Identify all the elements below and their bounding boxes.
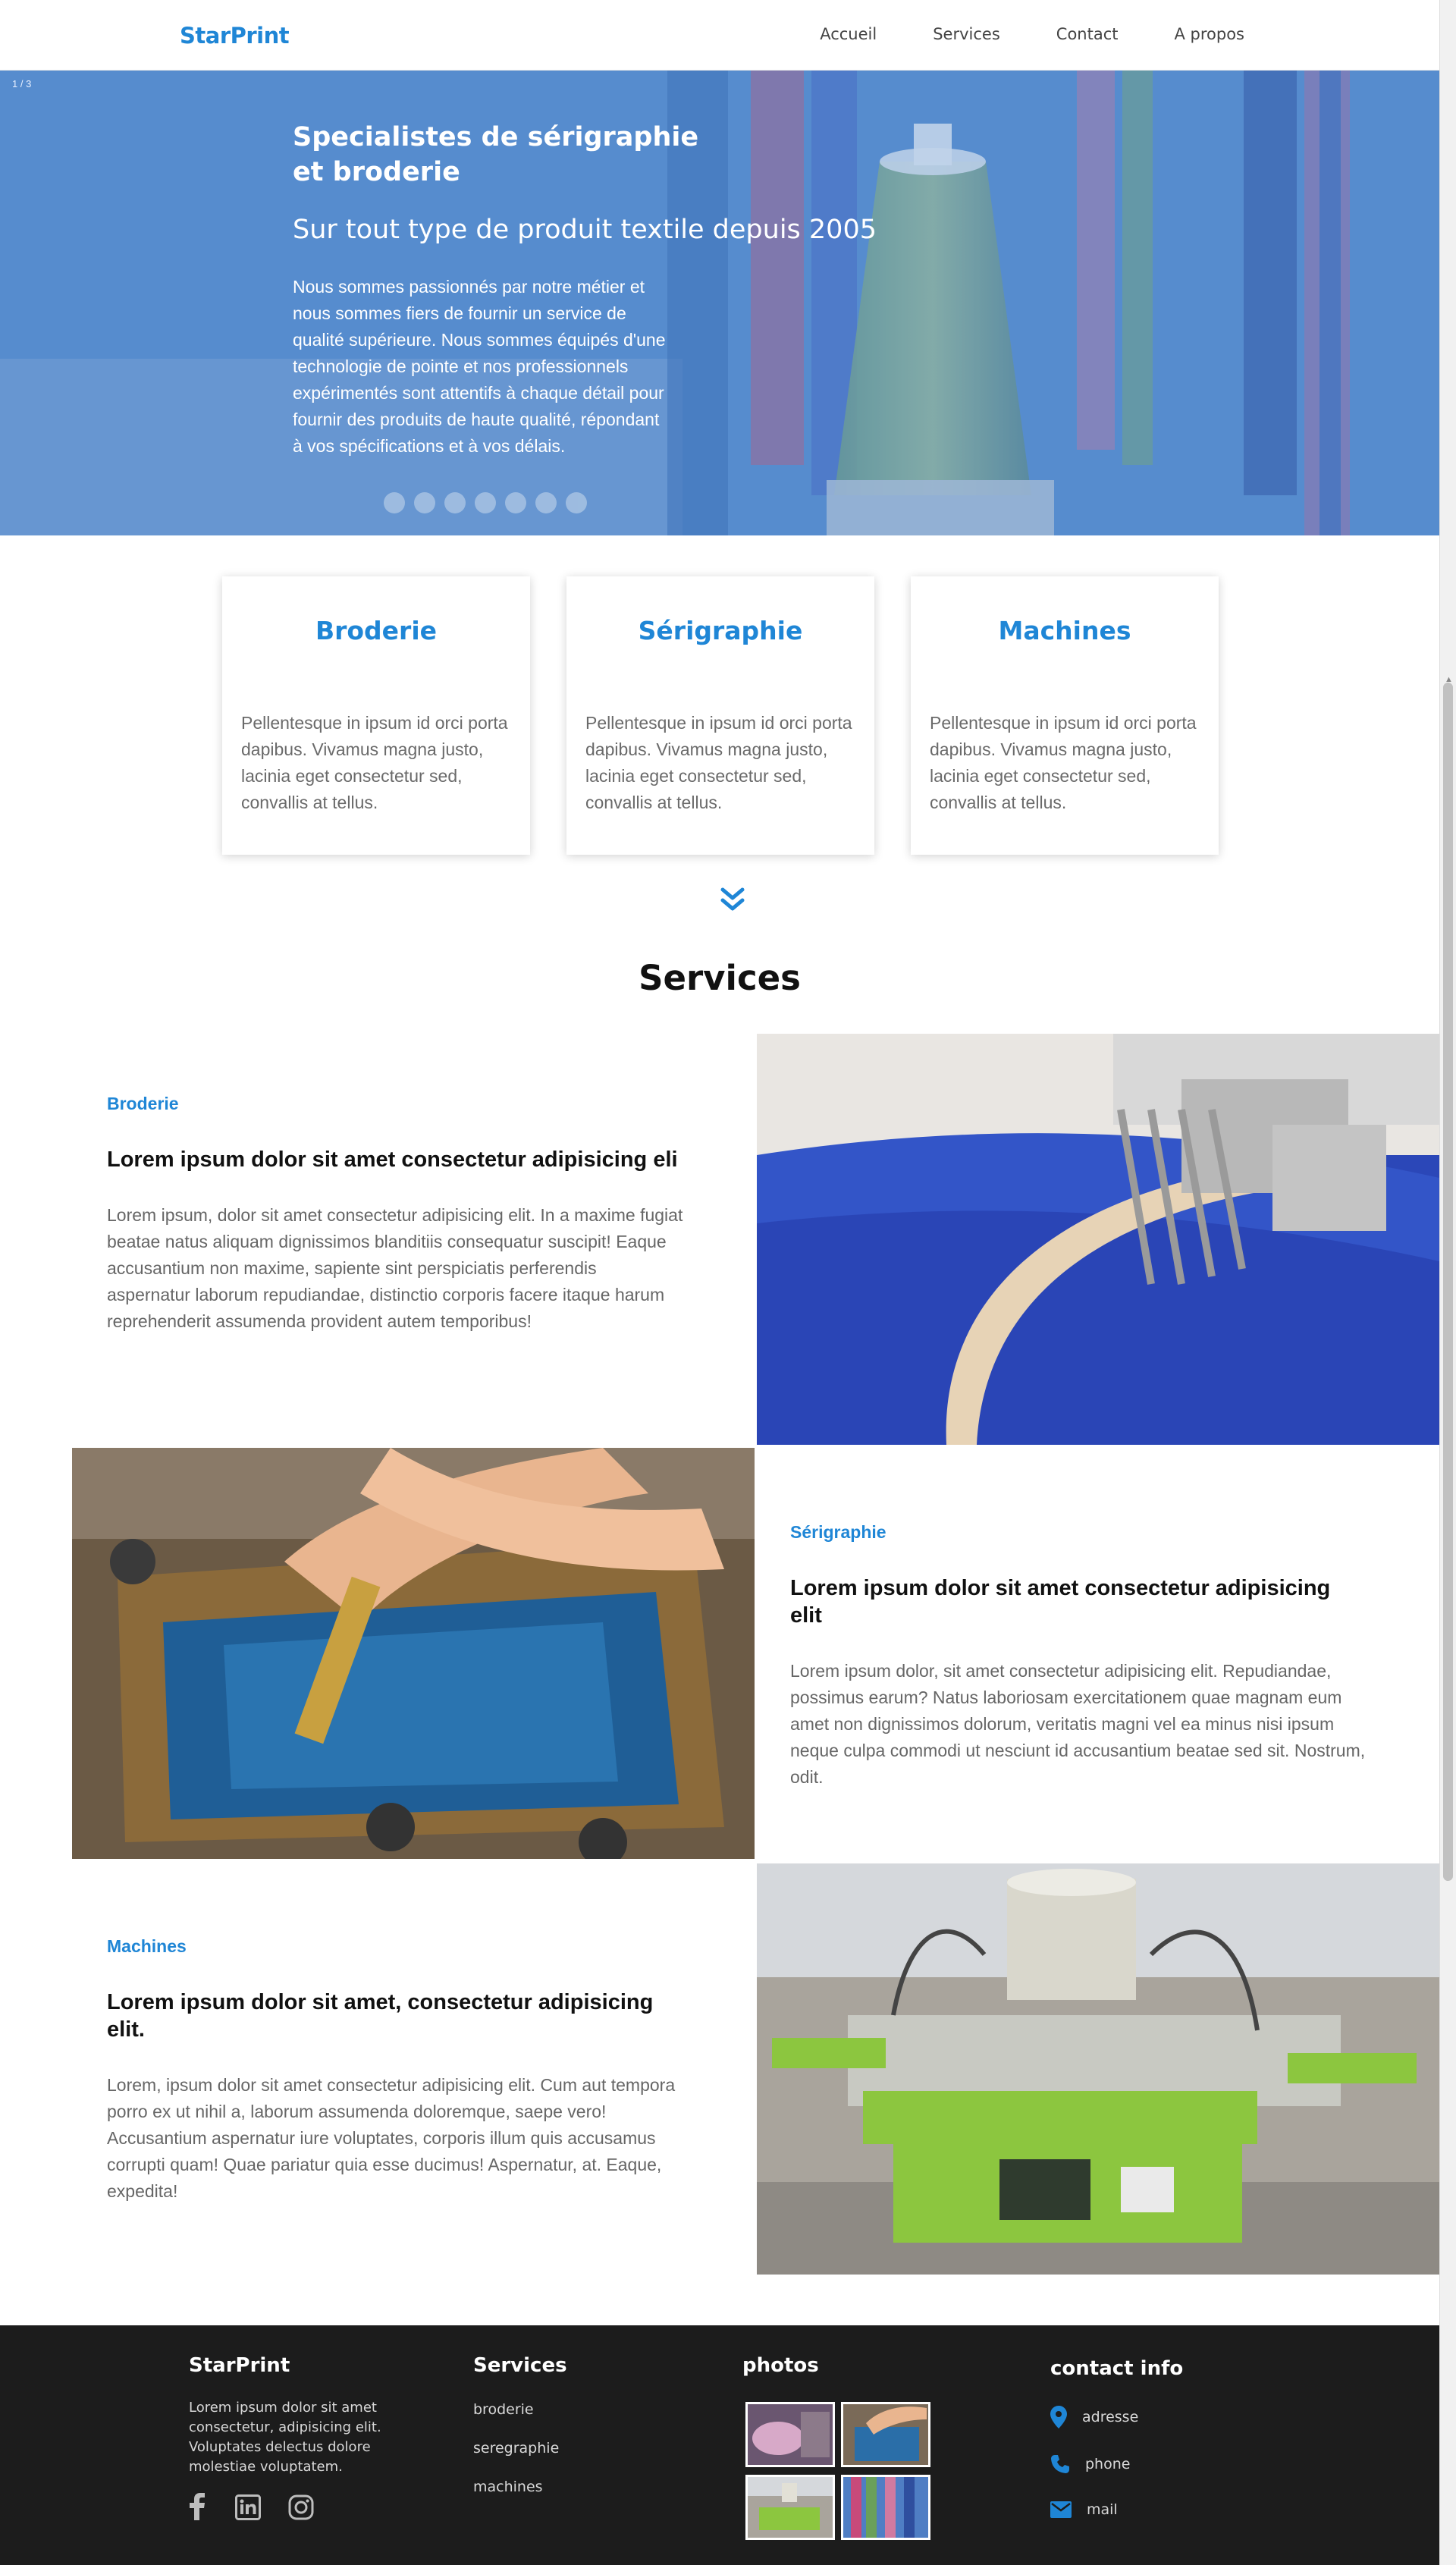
footer-services-title: Services xyxy=(473,2354,567,2377)
service-heading: Lorem ipsum dolor sit amet, consectetur … xyxy=(107,1990,654,2042)
contact-phone[interactable]: phone xyxy=(1050,2454,1130,2474)
footer: StarPrint Lorem ipsum dolor sit amet con… xyxy=(0,2325,1439,2565)
footer-brand: StarPrint xyxy=(189,2354,290,2377)
service-broderie: Broderie Lorem ipsum dolor sit amet cons… xyxy=(107,1094,698,1335)
feature-card-machines[interactable]: Machines Pellentesque in ipsum id orci p… xyxy=(911,576,1219,855)
service-text: Lorem ipsum, dolor sit amet consectetur … xyxy=(107,1205,683,1331)
hero-title: Specialistes de sérigraphie et broderie xyxy=(293,122,699,187)
service-heading: Lorem ipsum dolor sit amet consectetur a… xyxy=(790,1576,1331,1628)
page: StarPrint Accueil Services Contact A pro… xyxy=(0,0,1439,2565)
scrollbar-thumb[interactable] xyxy=(1443,683,1453,1881)
serigraphie-photo xyxy=(72,1448,755,1859)
map-pin-icon xyxy=(1050,2406,1067,2428)
footer-photo-thumb[interactable] xyxy=(745,2475,835,2540)
nav-link-services[interactable]: Services xyxy=(933,25,1000,43)
footer-photo-thumb[interactable] xyxy=(841,2475,930,2540)
feature-card-serigraphie[interactable]: Sérigraphie Pellentesque in ipsum id orc… xyxy=(566,576,874,855)
linkedin-icon[interactable] xyxy=(235,2494,261,2520)
nav-link-a-propos[interactable]: A propos xyxy=(1174,25,1244,43)
brand-logo[interactable]: StarPrint xyxy=(180,23,290,49)
hero-subtitle: Sur tout type de produit textile depuis … xyxy=(293,215,877,245)
contact-address-label: adresse xyxy=(1082,2409,1139,2425)
feature-card-text: Pellentesque in ipsum id orci porta dapi… xyxy=(585,713,852,812)
mail-icon xyxy=(1050,2501,1072,2518)
service-kicker: Machines xyxy=(107,1936,187,1956)
contact-address[interactable]: adresse xyxy=(1050,2406,1138,2428)
hero-carousel[interactable]: 1 / 3 Specialistes de sérigraphie et bro… xyxy=(0,71,1439,535)
hero-paragraph: Nous sommes passionnés par notre métier … xyxy=(293,277,666,456)
feature-card-text: Pellentesque in ipsum id orci porta dapi… xyxy=(930,713,1197,812)
contact-phone-label: phone xyxy=(1085,2456,1131,2472)
double-chevron-down-icon[interactable] xyxy=(719,886,746,913)
service-heading: Lorem ipsum dolor sit amet consectetur a… xyxy=(107,1148,678,1172)
service-machines: Machines Lorem ipsum dolor sit amet, con… xyxy=(107,1936,698,2205)
page-scrollbar[interactable]: ▲ xyxy=(1439,0,1456,2565)
nav-link-accueil[interactable]: Accueil xyxy=(820,25,877,43)
contact-mail-label: mail xyxy=(1087,2501,1118,2518)
service-kicker: Sérigraphie xyxy=(790,1522,886,1542)
footer-photo-thumb[interactable] xyxy=(745,2402,835,2467)
footer-contact-title: contact info xyxy=(1050,2357,1184,2380)
nav-link-contact[interactable]: Contact xyxy=(1056,25,1119,43)
footer-photos-title: photos xyxy=(742,2354,819,2377)
footer-about: Lorem ipsum dolor sit amet consectetur, … xyxy=(189,2400,381,2475)
feature-card-title: Machines xyxy=(998,616,1131,645)
nav-links: Accueil Services Contact A propos xyxy=(764,25,1244,43)
phone-icon xyxy=(1051,2455,1069,2473)
service-text: Lorem ipsum dolor, sit amet consectetur … xyxy=(790,1661,1366,1787)
top-navbar: StarPrint Accueil Services Contact A pro… xyxy=(0,0,1439,71)
footer-link-machines[interactable]: machines xyxy=(473,2479,543,2495)
feature-card-broderie[interactable]: Broderie Pellentesque in ipsum id orci p… xyxy=(222,576,530,855)
footer-link-serigraphie[interactable]: seregraphie xyxy=(473,2440,559,2457)
feature-card-title: Broderie xyxy=(315,616,438,645)
services-section-title: Services xyxy=(639,958,801,998)
feature-card-text: Pellentesque in ipsum id orci porta dapi… xyxy=(241,713,508,812)
footer-photo-thumb[interactable] xyxy=(841,2402,930,2467)
contact-mail[interactable]: mail xyxy=(1050,2501,1118,2518)
hero-background-image xyxy=(0,71,1439,535)
service-text: Lorem, ipsum dolor sit amet consectetur … xyxy=(107,2075,676,2201)
machines-photo xyxy=(757,1863,1439,2275)
slide-counter: 1 / 3 xyxy=(12,78,32,89)
service-kicker: Broderie xyxy=(107,1094,179,1113)
footer-link-broderie[interactable]: broderie xyxy=(473,2401,534,2418)
feature-card-title: Sérigraphie xyxy=(638,616,803,645)
facebook-icon[interactable] xyxy=(189,2493,206,2520)
broderie-photo xyxy=(757,1034,1439,1445)
instagram-icon[interactable] xyxy=(288,2494,314,2520)
service-serigraphie: Sérigraphie Lorem ipsum dolor sit amet c… xyxy=(790,1522,1382,1791)
